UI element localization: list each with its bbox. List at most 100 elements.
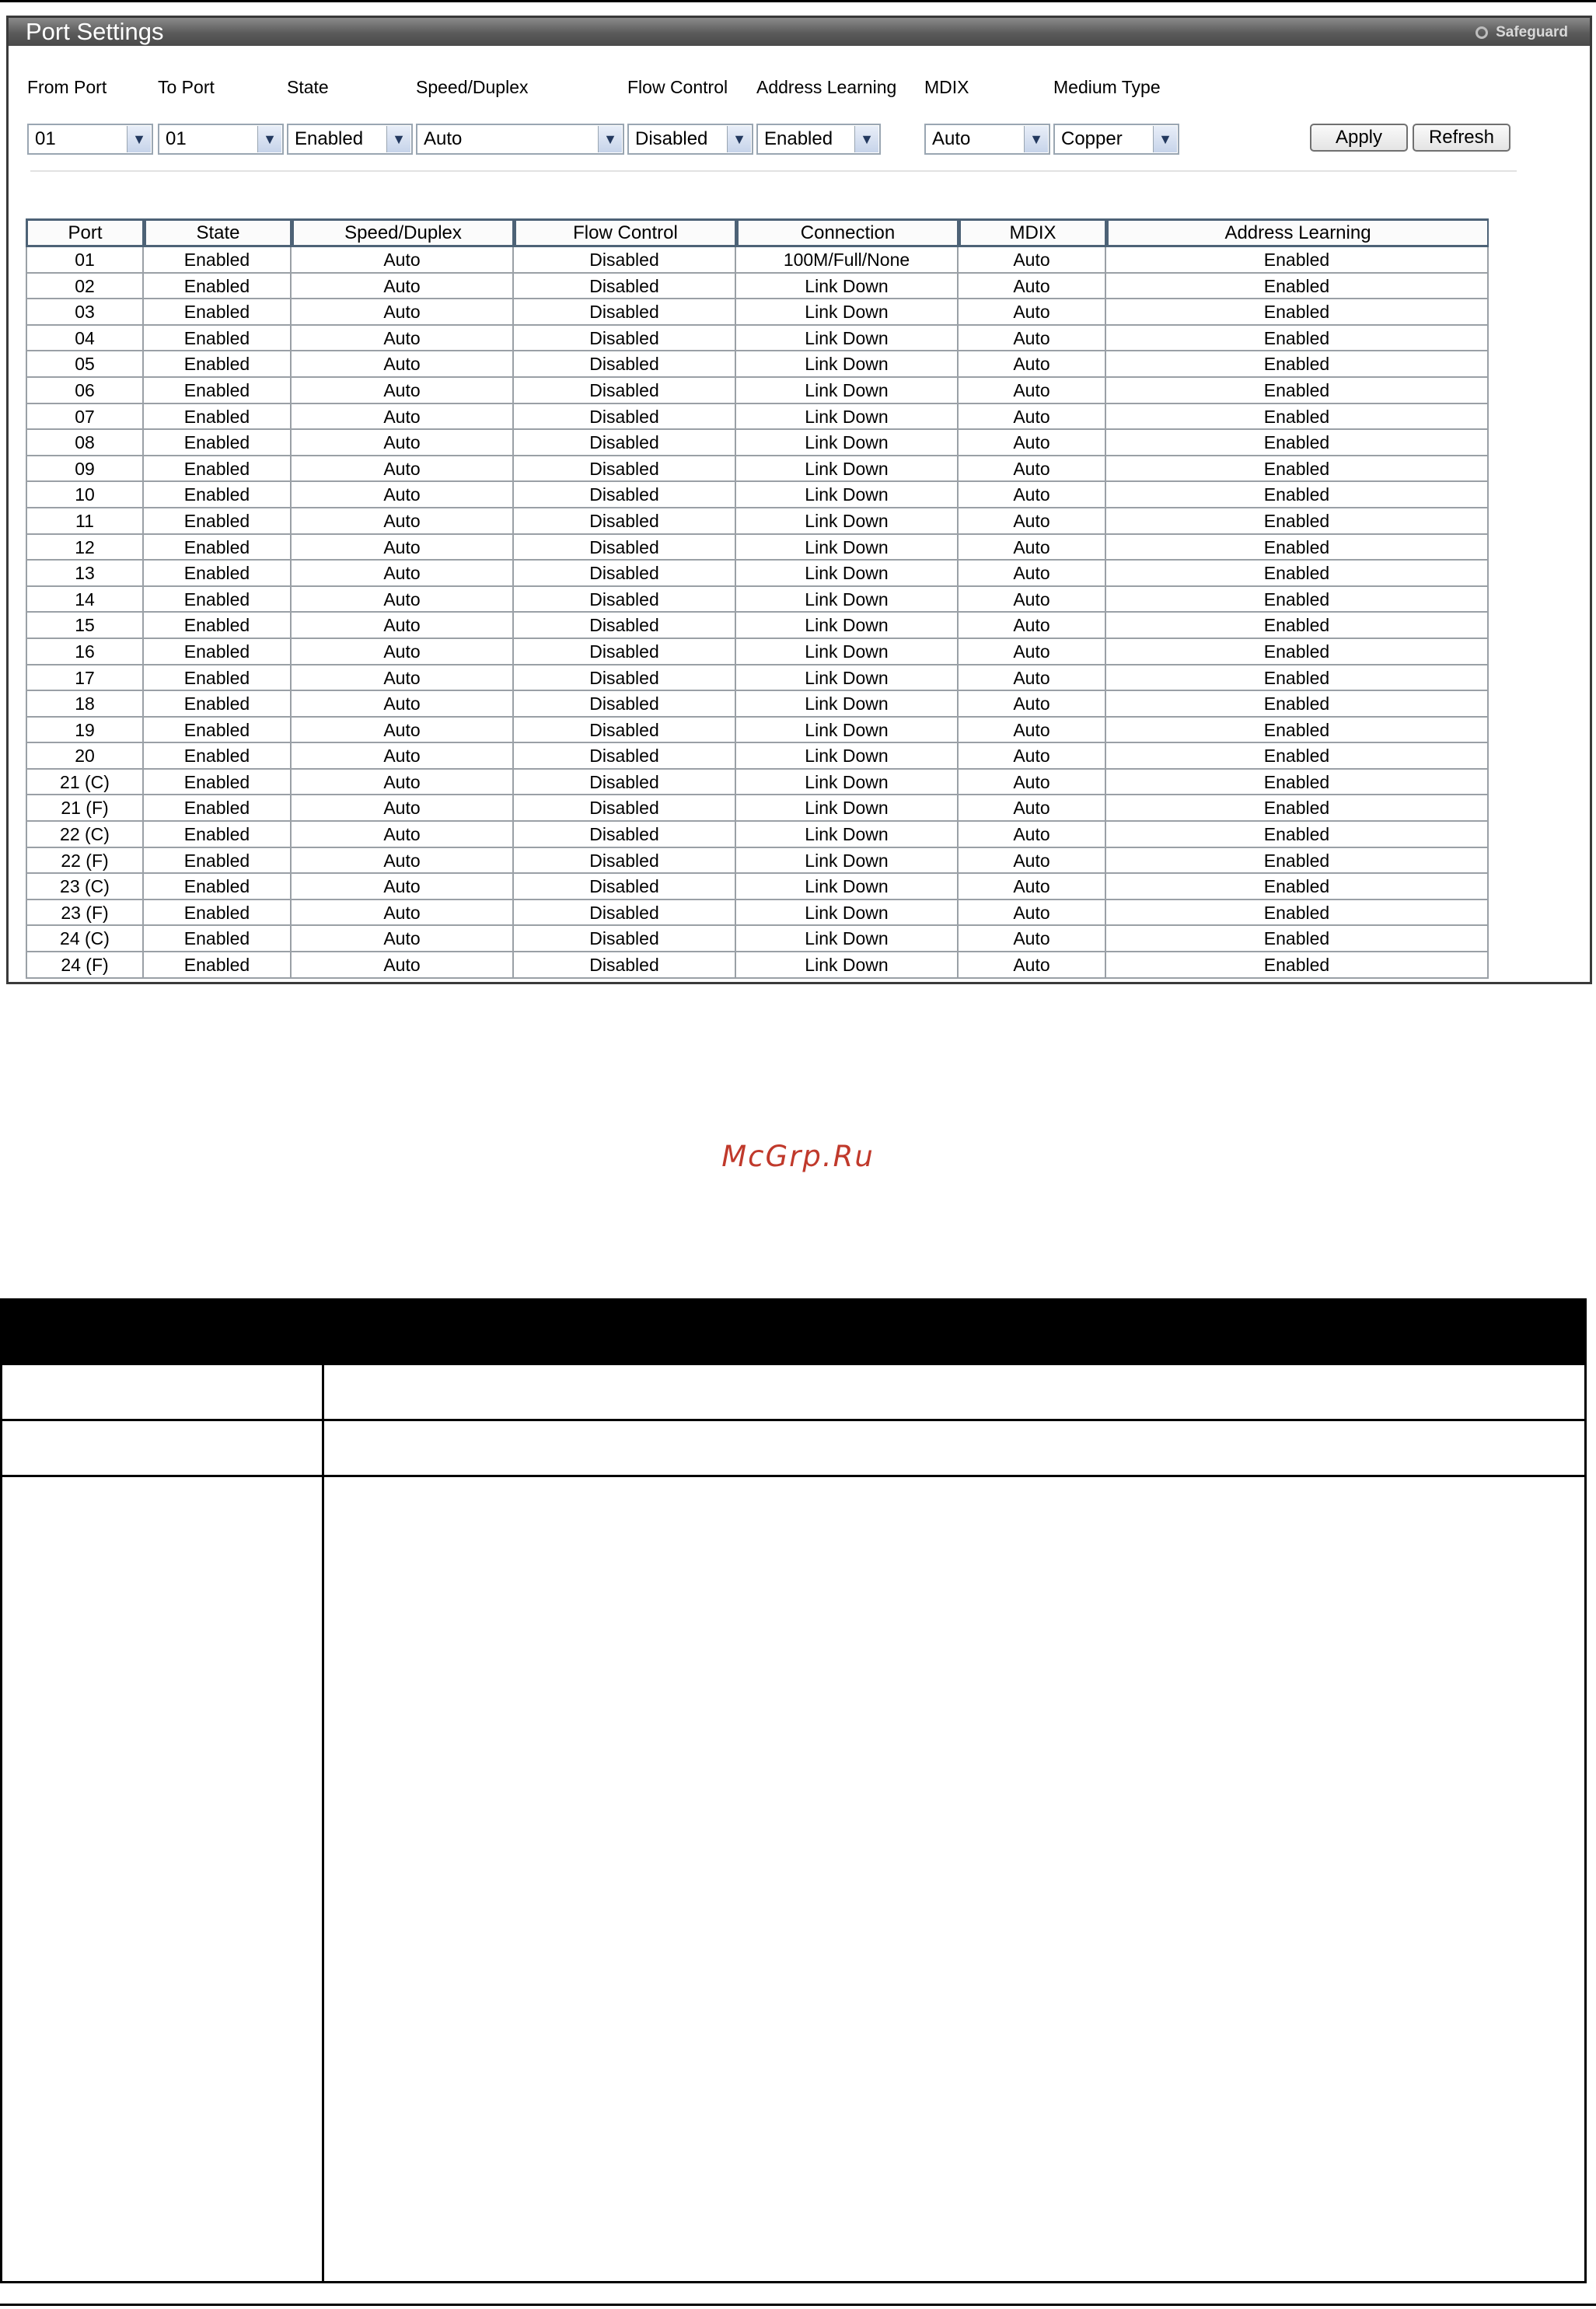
chevron-down-icon: ▼ [386, 126, 410, 152]
medium-type-select[interactable]: Copper ▼ [1053, 124, 1179, 155]
flow-control-select[interactable]: Disabled ▼ [627, 124, 753, 155]
chevron-down-icon: ▼ [257, 126, 281, 152]
speed-duplex-select[interactable]: Auto ▼ [416, 124, 624, 155]
cell-address-learning: Enabled [1106, 769, 1489, 796]
cell-address-learning: Enabled [1106, 874, 1489, 900]
cell-speed-duplex: Auto [292, 822, 514, 848]
cell-port: 09 [26, 456, 144, 483]
cell-mdix: Auto [959, 403, 1106, 431]
table-row: 05 Enabled Auto Disabled Link Down Auto Enable… [26, 351, 1489, 378]
table-row: 22 (C) Enabled Auto Disabled Link Down Auto En… [26, 822, 1489, 848]
cell-state: Enabled [144, 952, 292, 979]
cell-port: 01 [26, 247, 144, 274]
from-port-value: 01 [35, 128, 56, 149]
cell-mdix: Auto [959, 665, 1106, 692]
cell-connection: Link Down [736, 377, 959, 404]
cell-mdix: Auto [959, 534, 1106, 561]
cell-port: 18 [26, 691, 144, 718]
cell-mdix: Auto [959, 377, 1106, 404]
cell-connection: Link Down [736, 691, 959, 718]
mdix-select[interactable]: Auto ▼ [924, 124, 1050, 155]
from-port-label: From Port [27, 77, 107, 97]
cell-flow-control: Disabled [514, 508, 736, 535]
cell-connection: Link Down [736, 795, 959, 823]
cell-state: Enabled [144, 691, 292, 718]
cell-port: 11 [26, 508, 144, 535]
parameter-name-cell [2, 1477, 324, 2281]
address-learning-select[interactable]: Enabled ▼ [756, 124, 881, 155]
refresh-button[interactable]: Refresh [1413, 124, 1510, 152]
medium-type-value: Copper [1061, 128, 1123, 149]
cell-port: 03 [26, 299, 144, 326]
cell-mdix: Auto [959, 899, 1106, 927]
cell-speed-duplex: Auto [292, 273, 514, 300]
port-settings-panel: Port Settings Safeguard From Port To Por… [6, 16, 1592, 984]
table-body: 01 Enabled Auto Disabled 100M/Full/None Auto E… [26, 247, 1489, 979]
cell-speed-duplex: Auto [292, 769, 514, 796]
cell-speed-duplex: Auto [292, 534, 514, 561]
table-row: 23 (F) Enabled Auto Disabled Link Down Auto En… [26, 899, 1489, 927]
column-header-port: Port [26, 218, 144, 247]
table-row: 21 (C) Enabled Auto Disabled Link Down Auto En… [26, 769, 1489, 796]
cell-flow-control: Disabled [514, 874, 736, 900]
cell-connection: Link Down [736, 351, 959, 378]
cell-connection: Link Down [736, 822, 959, 848]
cell-flow-control: Disabled [514, 638, 736, 665]
parameter-row [0, 1477, 1587, 2283]
cell-mdix: Auto [959, 325, 1106, 352]
table-row: 11 Enabled Auto Disabled Link Down Auto Enable… [26, 508, 1489, 535]
cell-flow-control: Disabled [514, 717, 736, 744]
table-row: 24 (C) Enabled Auto Disabled Link Down Auto En… [26, 926, 1489, 953]
cell-address-learning: Enabled [1106, 325, 1489, 352]
from-port-select[interactable]: 01 ▼ [27, 124, 153, 155]
to-port-select[interactable]: 01 ▼ [158, 124, 284, 155]
cell-mdix: Auto [959, 691, 1106, 718]
cell-port: 08 [26, 430, 144, 456]
apply-button[interactable]: Apply [1310, 124, 1408, 152]
table-row: 21 (F) Enabled Auto Disabled Link Down Auto En… [26, 795, 1489, 823]
cell-connection: Link Down [736, 534, 959, 561]
cell-port: 05 [26, 351, 144, 378]
cell-address-learning: Enabled [1106, 299, 1489, 326]
medium-type-label: Medium Type [1053, 77, 1161, 97]
table-row: 13 Enabled Auto Disabled Link Down Auto Enable… [26, 561, 1489, 587]
watermark: McGrp.Ru [721, 1140, 875, 1173]
cell-mdix: Auto [959, 247, 1106, 274]
cell-address-learning: Enabled [1106, 351, 1489, 378]
parameter-table-header [0, 1298, 1587, 1365]
cell-address-learning: Enabled [1106, 717, 1489, 744]
cell-state: Enabled [144, 325, 292, 352]
state-select[interactable]: Enabled ▼ [287, 124, 413, 155]
cell-state: Enabled [144, 403, 292, 431]
cell-flow-control: Disabled [514, 665, 736, 692]
table-row: 04 Enabled Auto Disabled Link Down Auto Enable… [26, 325, 1489, 352]
cell-address-learning: Enabled [1106, 430, 1489, 456]
safeguard-icon [1476, 26, 1489, 39]
chevron-down-icon: ▼ [598, 126, 622, 152]
cell-address-learning: Enabled [1106, 273, 1489, 300]
cell-state: Enabled [144, 247, 292, 274]
safeguard-indicator[interactable]: Safeguard [1476, 24, 1568, 41]
cell-flow-control: Disabled [514, 534, 736, 561]
cell-address-learning: Enabled [1106, 691, 1489, 718]
mdix-value: Auto [932, 128, 971, 149]
cell-address-learning: Enabled [1106, 561, 1489, 587]
column-header-mdix: MDIX [959, 218, 1106, 247]
cell-speed-duplex: Auto [292, 325, 514, 352]
cell-speed-duplex: Auto [292, 899, 514, 927]
divider [30, 170, 1517, 172]
mdix-label: MDIX [924, 77, 969, 97]
cell-connection: 100M/Full/None [736, 247, 959, 274]
cell-address-learning: Enabled [1106, 613, 1489, 639]
cell-flow-control: Disabled [514, 377, 736, 404]
to-port-value: 01 [166, 128, 187, 149]
cell-port: 16 [26, 638, 144, 665]
cell-connection: Link Down [736, 952, 959, 979]
cell-state: Enabled [144, 377, 292, 404]
cell-flow-control: Disabled [514, 613, 736, 639]
cell-mdix: Auto [959, 482, 1106, 508]
parameter-description-cell [324, 1365, 1584, 1419]
cell-port: 12 [26, 534, 144, 561]
cell-flow-control: Disabled [514, 456, 736, 483]
chevron-down-icon: ▼ [854, 126, 878, 152]
